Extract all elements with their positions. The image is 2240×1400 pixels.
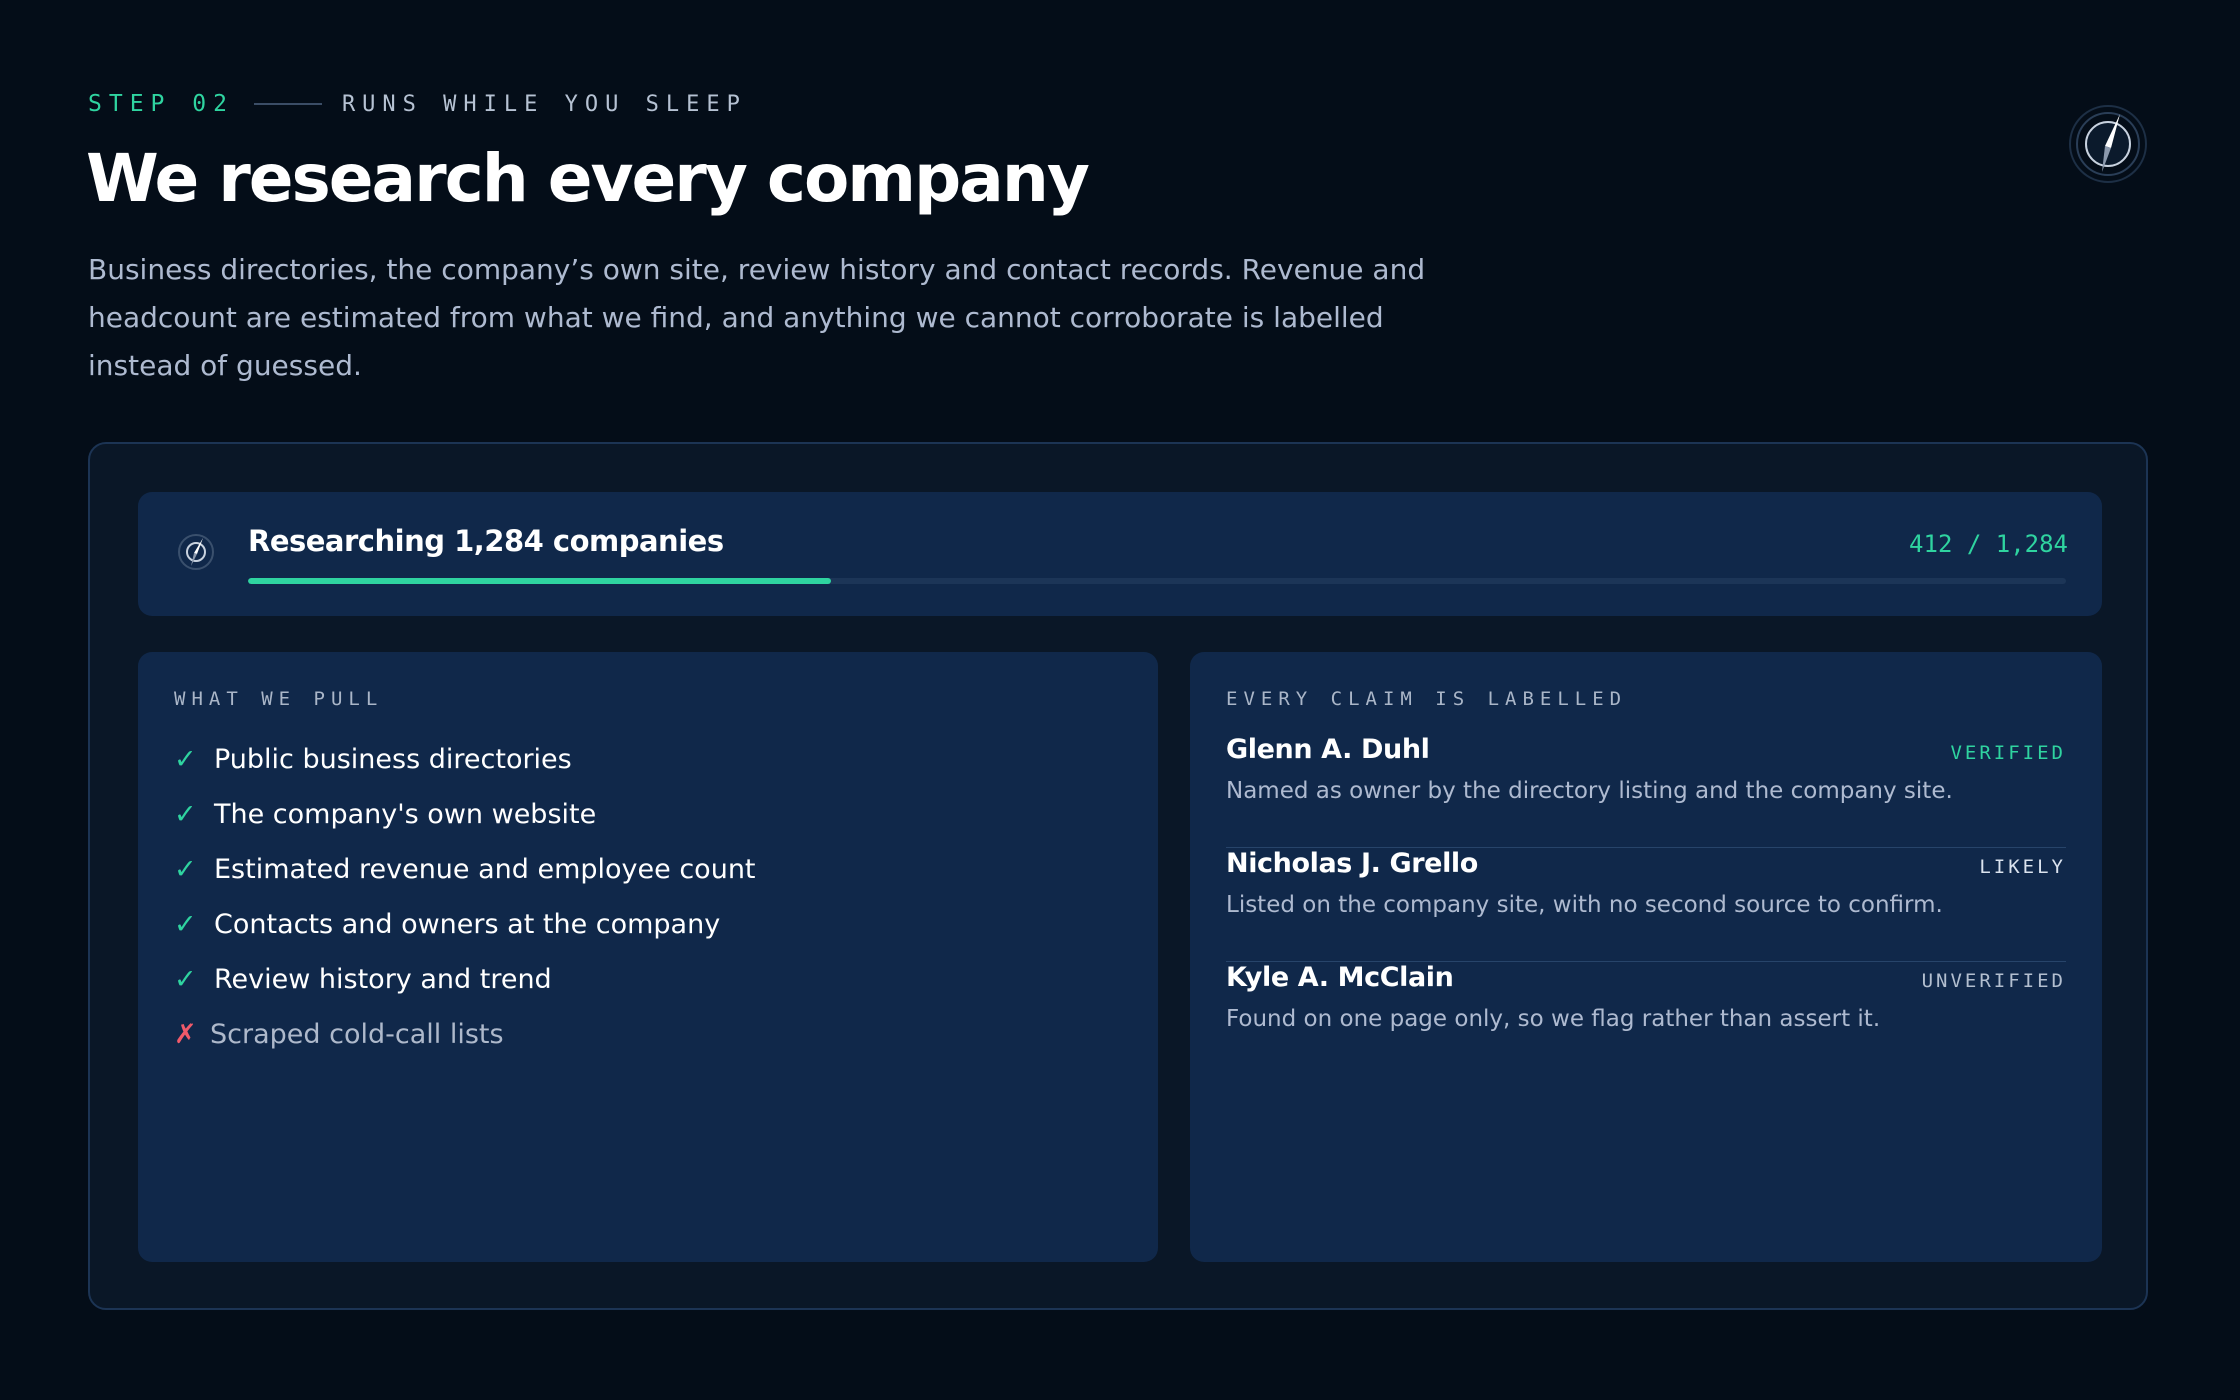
sources-label: WHAT WE PULL — [174, 688, 384, 710]
check-icon: ✓ — [174, 909, 197, 940]
list-item-label: Contacts and owners at the company — [214, 909, 721, 940]
research-panel: Researching 1,284 companies 412 / 1,284 … — [88, 442, 2148, 1310]
list-item-label: Scraped cold-call lists — [210, 1019, 504, 1050]
list-item-label: The company's own website — [214, 799, 597, 830]
claim-name: Nicholas J. Grello — [1226, 848, 1478, 879]
check-icon: ✓ — [174, 964, 197, 995]
list-item: ✓ Public business directories — [174, 732, 756, 787]
step-tagline: RUNS WHILE YOU SLEEP — [341, 91, 747, 117]
claim-name: Kyle A. McClain — [1226, 962, 1454, 993]
claims-label: EVERY CLAIM IS LABELLED — [1226, 688, 1628, 710]
progress-bar — [248, 578, 2066, 584]
claims-list: Glenn A. Duhl VERIFIED Named as owner by… — [1226, 734, 2066, 1076]
list-item: ✓ Review history and trend — [174, 952, 756, 1007]
progress-count: 412 / 1,284 — [1909, 530, 2068, 558]
list-item: ✓ The company's own website — [174, 787, 756, 842]
eyebrow-divider — [253, 103, 322, 105]
step-label: STEP 02 — [88, 91, 234, 117]
claims-card: EVERY CLAIM IS LABELLED Glenn A. Duhl VE… — [1190, 652, 2102, 1262]
compass-icon — [2068, 104, 2148, 184]
status-badge: LIKELY — [1979, 856, 2066, 878]
compass-icon — [176, 532, 216, 572]
claim-note: Listed on the company site, with no seco… — [1226, 892, 1943, 918]
list-item: ✓ Estimated revenue and employee count — [174, 842, 756, 897]
sources-list: ✓ Public business directories ✓ The comp… — [174, 732, 756, 1062]
claim-note: Named as owner by the directory listing … — [1226, 778, 1953, 804]
progress-title: Researching 1,284 companies — [248, 524, 724, 558]
status-badge: UNVERIFIED — [1921, 970, 2066, 992]
check-icon: ✓ — [174, 744, 197, 775]
claim-row: Kyle A. McClain UNVERIFIED Found on one … — [1226, 962, 2066, 1076]
page-description: Business directories, the company’s own … — [88, 253, 1426, 382]
list-item-excluded: ✗ Scraped cold-call lists — [174, 1007, 756, 1062]
progress-card: Researching 1,284 companies 412 / 1,284 — [138, 492, 2102, 616]
section-eyebrow: STEP 02 RUNS WHILE YOU SLEEP — [88, 88, 747, 120]
check-icon: ✓ — [174, 799, 197, 830]
list-item-label: Review history and trend — [214, 964, 552, 995]
cross-icon: ✗ — [174, 1019, 197, 1050]
sources-card: WHAT WE PULL ✓ Public business directori… — [138, 652, 1158, 1262]
claim-row: Nicholas J. Grello LIKELY Listed on the … — [1226, 848, 2066, 962]
claim-note: Found on one page only, so we flag rathe… — [1226, 1006, 1881, 1032]
list-item: ✓ Contacts and owners at the company — [174, 897, 756, 952]
status-badge: VERIFIED — [1950, 742, 2066, 764]
claim-name: Glenn A. Duhl — [1226, 734, 1430, 765]
check-icon: ✓ — [174, 854, 197, 885]
page-title: We research every company — [86, 140, 1090, 217]
list-item-label: Estimated revenue and employee count — [214, 854, 756, 885]
list-item-label: Public business directories — [214, 744, 572, 775]
progress-bar-fill — [248, 578, 832, 584]
claim-row: Glenn A. Duhl VERIFIED Named as owner by… — [1226, 734, 2066, 848]
